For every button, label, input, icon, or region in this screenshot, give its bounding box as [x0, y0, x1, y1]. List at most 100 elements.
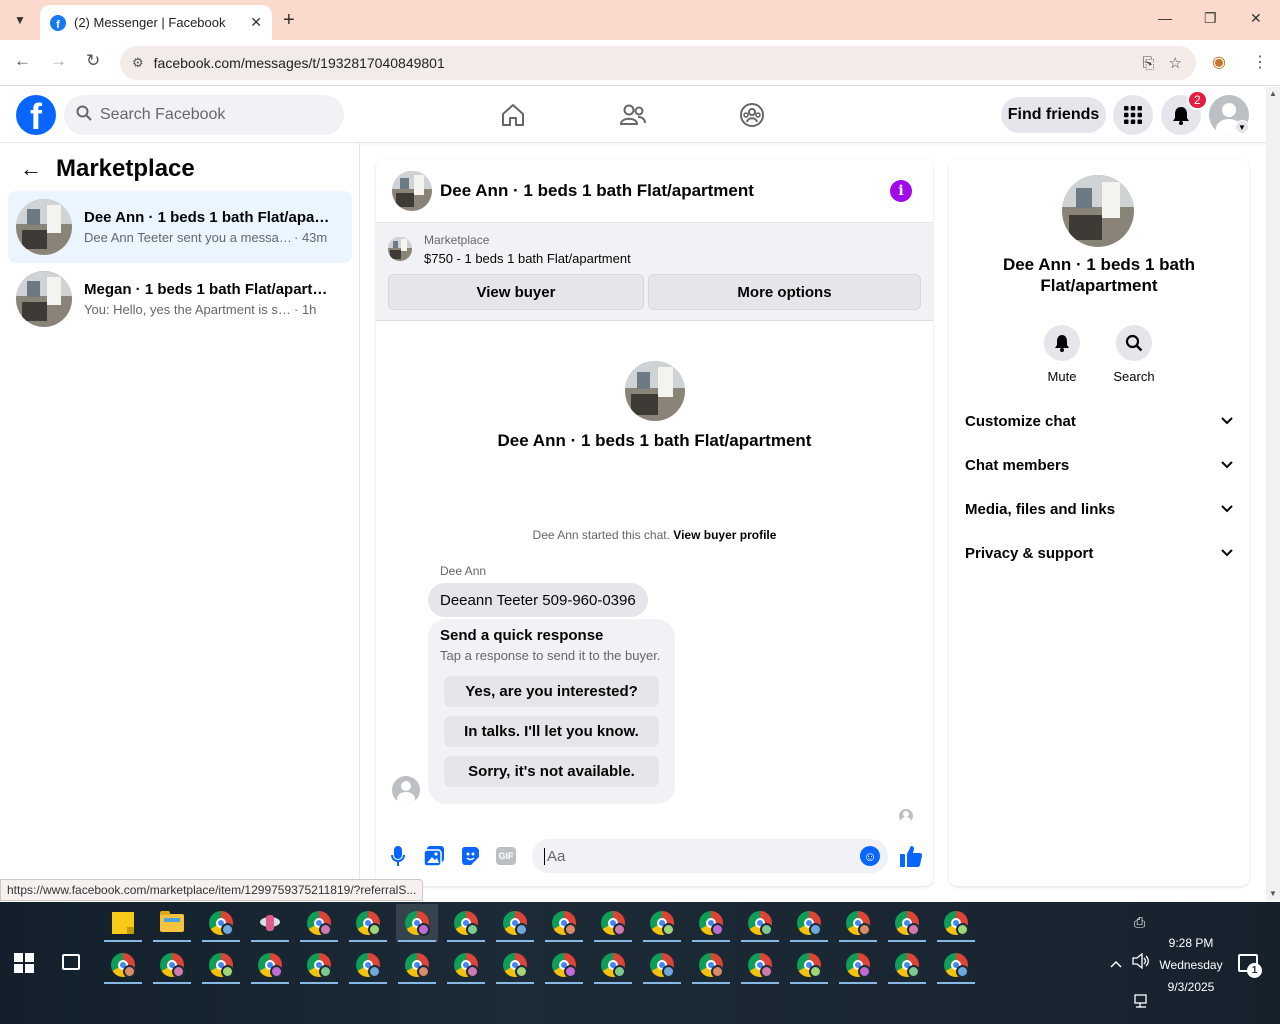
- listing-price-title[interactable]: $750 - 1 beds 1 bath Flat/apartment: [424, 251, 631, 266]
- taskbar-app-snipping-tool[interactable]: [249, 904, 291, 942]
- view-buyer-button[interactable]: View buyer: [388, 274, 644, 310]
- scroll-down-icon[interactable]: ▼: [1269, 889, 1277, 898]
- chat-members-row[interactable]: Chat members: [957, 443, 1241, 487]
- quick-response-in-talks-button[interactable]: In talks. I'll let you know.: [444, 716, 659, 747]
- taskbar-chrome-window[interactable]: [837, 904, 879, 942]
- account-chevron-icon[interactable]: ▼: [1235, 120, 1249, 134]
- photo-gallery-icon[interactable]: [423, 845, 445, 867]
- search-input[interactable]: [100, 106, 320, 124]
- message-composer[interactable]: ☺: [532, 839, 888, 873]
- address-bar[interactable]: ⚙ facebook.com/messages/t/19328170408498…: [120, 46, 1196, 80]
- back-arrow-icon[interactable]: ←: [20, 156, 42, 182]
- like-thumbs-up-icon[interactable]: [898, 843, 924, 869]
- quick-response-interested-button[interactable]: Yes, are you interested?: [444, 676, 659, 707]
- sender-avatar[interactable]: [392, 776, 420, 804]
- taskbar-chrome-window[interactable]: [788, 904, 830, 942]
- device-icon[interactable]: ⎙: [1134, 914, 1145, 931]
- taskbar-clock[interactable]: 9:28 PM Wednesday 9/3/2025: [1150, 932, 1232, 998]
- browser-menu-icon[interactable]: ⋮: [1252, 52, 1268, 72]
- taskbar-chrome-window[interactable]: [690, 904, 732, 942]
- facebook-logo-icon[interactable]: f: [16, 95, 56, 135]
- taskbar-chrome-window[interactable]: [396, 904, 438, 942]
- taskbar-chrome-window[interactable]: [249, 946, 291, 984]
- taskbar-chrome-window[interactable]: [102, 946, 144, 984]
- window-close-icon[interactable]: ✕: [1250, 10, 1262, 27]
- privacy-support-row[interactable]: Privacy & support: [957, 531, 1241, 575]
- chat-title[interactable]: Dee Ann · 1 beds 1 bath Flat/apartment: [440, 181, 754, 201]
- info-thumbnail[interactable]: [1062, 175, 1134, 247]
- taskbar-chrome-window[interactable]: [494, 946, 536, 984]
- taskbar-chrome-window[interactable]: [690, 946, 732, 984]
- browser-tab-messenger[interactable]: f (2) Messenger | Facebook ✕: [40, 5, 272, 40]
- taskbar-chrome-window[interactable]: [788, 946, 830, 984]
- taskbar-chrome-window[interactable]: [543, 904, 585, 942]
- network-icon[interactable]: [1134, 994, 1150, 1011]
- conversation-item-megan[interactable]: Megan · 1 beds 1 bath Flat/apartm... You…: [8, 263, 352, 335]
- windows-start-icon[interactable]: [14, 953, 34, 973]
- bell-icon[interactable]: [1044, 325, 1080, 361]
- menu-grid-icon[interactable]: [1113, 95, 1153, 135]
- taskbar-chrome-window[interactable]: [298, 946, 340, 984]
- minimize-icon[interactable]: —: [1158, 10, 1172, 26]
- profile-icon[interactable]: ◉: [1212, 52, 1226, 72]
- message-input[interactable]: [544, 847, 844, 865]
- search-action[interactable]: Search: [1104, 325, 1164, 384]
- taskbar-chrome-window[interactable]: [886, 904, 928, 942]
- taskbar-chrome-window[interactable]: [739, 904, 781, 942]
- site-info-icon[interactable]: ⚙: [132, 55, 144, 71]
- taskbar-chrome-window[interactable]: [151, 946, 193, 984]
- message-bubble[interactable]: Deeann Teeter 509-960-0396: [428, 583, 648, 617]
- taskbar-chrome-window[interactable]: [935, 946, 977, 984]
- customize-chat-row[interactable]: Customize chat: [957, 399, 1241, 443]
- page-scrollbar[interactable]: ▲ ▼: [1266, 87, 1280, 900]
- restore-icon[interactable]: ❐: [1204, 10, 1217, 27]
- taskbar-chrome-window[interactable]: [837, 946, 879, 984]
- forward-arrow-icon[interactable]: →: [50, 51, 67, 71]
- quick-response-not-available-button[interactable]: Sorry, it's not available.: [444, 756, 659, 787]
- task-view-icon[interactable]: [62, 954, 80, 970]
- taskbar-chrome-window[interactable]: [592, 946, 634, 984]
- mute-action[interactable]: Mute: [1032, 325, 1092, 384]
- home-icon[interactable]: [498, 100, 528, 130]
- groups-icon[interactable]: [737, 100, 767, 130]
- taskbar-chrome-window[interactable]: [641, 946, 683, 984]
- taskbar-chrome-window[interactable]: [445, 946, 487, 984]
- tab-close-icon[interactable]: ✕: [250, 14, 262, 31]
- view-buyer-profile-link[interactable]: View buyer profile: [673, 528, 776, 542]
- install-app-icon[interactable]: ⎘: [1143, 55, 1155, 72]
- emoji-icon[interactable]: ☺: [860, 846, 880, 866]
- media-files-links-row[interactable]: Media, files and links: [957, 487, 1241, 531]
- tab-search-chevron-icon[interactable]: ▼: [8, 8, 32, 32]
- taskbar-chrome-window[interactable]: [886, 946, 928, 984]
- gif-icon[interactable]: GIF: [496, 847, 516, 865]
- microphone-icon[interactable]: [387, 845, 409, 867]
- taskbar-chrome-window[interactable]: [200, 904, 242, 942]
- friends-icon[interactable]: [618, 100, 648, 130]
- listing-thumbnail[interactable]: [388, 237, 412, 261]
- tray-chevron-up-icon[interactable]: [1110, 955, 1122, 971]
- taskbar-chrome-window[interactable]: [543, 946, 585, 984]
- more-options-button[interactable]: More options: [648, 274, 921, 310]
- facebook-search-box[interactable]: [64, 95, 344, 135]
- taskbar-chrome-window[interactable]: [739, 946, 781, 984]
- taskbar-chrome-window[interactable]: [347, 946, 389, 984]
- conversation-info-icon[interactable]: i: [890, 180, 912, 202]
- volume-icon[interactable]: [1132, 952, 1150, 972]
- taskbar-chrome-window[interactable]: [298, 904, 340, 942]
- chat-header-thumbnail[interactable]: [392, 170, 432, 211]
- taskbar-chrome-window[interactable]: [935, 904, 977, 942]
- url-text[interactable]: facebook.com/messages/t/1932817040849801: [154, 55, 1143, 71]
- sticker-icon[interactable]: [459, 845, 481, 867]
- taskbar-app-file-explorer[interactable]: [151, 904, 193, 942]
- taskbar-app-sticky-notes[interactable]: [102, 904, 144, 942]
- find-friends-button[interactable]: Find friends: [1001, 97, 1106, 133]
- new-tab-plus-icon[interactable]: +: [283, 9, 295, 32]
- taskbar-chrome-window[interactable]: [347, 904, 389, 942]
- taskbar-chrome-window[interactable]: [445, 904, 487, 942]
- scroll-up-icon[interactable]: ▲: [1269, 89, 1277, 98]
- taskbar-chrome-window[interactable]: [494, 904, 536, 942]
- taskbar-chrome-window[interactable]: [396, 946, 438, 984]
- conversation-item-dee-ann[interactable]: Dee Ann · 1 beds 1 bath Flat/apart... De…: [8, 191, 352, 263]
- taskbar-chrome-window[interactable]: [641, 904, 683, 942]
- back-arrow-icon[interactable]: ←: [14, 51, 31, 71]
